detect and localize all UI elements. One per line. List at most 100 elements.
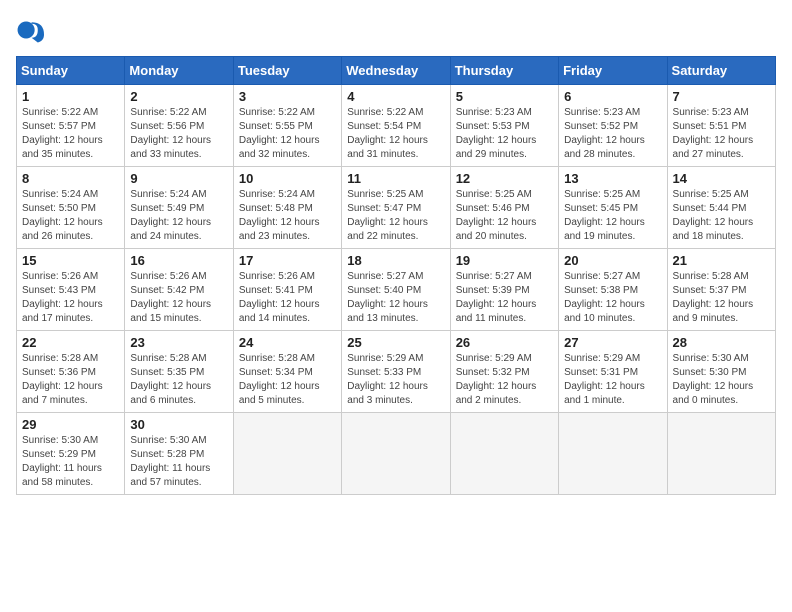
day-number: 30 (130, 417, 227, 432)
day-detail: Sunrise: 5:28 AMSunset: 5:34 PMDaylight:… (239, 353, 320, 406)
day-number: 12 (456, 171, 553, 186)
calendar-week-3: 15Sunrise: 5:26 AMSunset: 5:43 PMDayligh… (17, 249, 776, 331)
day-number: 21 (673, 253, 770, 268)
day-detail: Sunrise: 5:22 AMSunset: 5:55 PMDaylight:… (239, 107, 320, 160)
day-number: 9 (130, 171, 227, 186)
calendar-cell: 9 Sunrise: 5:24 AMSunset: 5:49 PMDaylight… (125, 167, 233, 249)
calendar-cell: 15Sunrise: 5:26 AMSunset: 5:43 PMDayligh… (17, 249, 125, 331)
calendar-cell (342, 413, 450, 495)
day-number: 25 (347, 335, 444, 350)
calendar-cell (667, 413, 775, 495)
day-detail: Sunrise: 5:30 AMSunset: 5:28 PMDaylight:… (130, 435, 210, 488)
calendar-cell (233, 413, 341, 495)
calendar-cell: 18 Sunrise: 5:27 AMSunset: 5:40 PMDayligh… (342, 249, 450, 331)
day-detail: Sunrise: 5:29 AMSunset: 5:32 PMDaylight:… (456, 353, 537, 406)
calendar-cell (559, 413, 667, 495)
day-number: 10 (239, 171, 336, 186)
calendar-cell: 16 Sunrise: 5:26 AMSunset: 5:42 PMDayligh… (125, 249, 233, 331)
day-number: 17 (239, 253, 336, 268)
calendar-cell: 14 Sunrise: 5:25 AMSunset: 5:44 PMDayligh… (667, 167, 775, 249)
calendar-cell: 21 Sunrise: 5:28 AMSunset: 5:37 PMDayligh… (667, 249, 775, 331)
day-detail: Sunrise: 5:25 AMSunset: 5:45 PMDaylight:… (564, 189, 645, 242)
day-number: 28 (673, 335, 770, 350)
day-detail: Sunrise: 5:30 AMSunset: 5:30 PMDaylight:… (673, 353, 754, 406)
calendar-week-4: 22Sunrise: 5:28 AMSunset: 5:36 PMDayligh… (17, 331, 776, 413)
calendar-header-row: SundayMondayTuesdayWednesdayThursdayFrid… (17, 57, 776, 85)
day-detail: Sunrise: 5:22 AMSunset: 5:56 PMDaylight:… (130, 107, 211, 160)
calendar-cell: 7 Sunrise: 5:23 AMSunset: 5:51 PMDaylight… (667, 85, 775, 167)
day-number: 7 (673, 89, 770, 104)
calendar-week-1: 1 Sunrise: 5:22 AMSunset: 5:57 PMDaylight… (17, 85, 776, 167)
calendar-cell: 12 Sunrise: 5:25 AMSunset: 5:46 PMDayligh… (450, 167, 558, 249)
day-number: 27 (564, 335, 661, 350)
day-number: 3 (239, 89, 336, 104)
day-number: 18 (347, 253, 444, 268)
day-number: 8 (22, 171, 119, 186)
day-number: 1 (22, 89, 119, 104)
day-detail: Sunrise: 5:27 AMSunset: 5:38 PMDaylight:… (564, 271, 645, 324)
day-detail: Sunrise: 5:22 AMSunset: 5:54 PMDaylight:… (347, 107, 428, 160)
day-number: 6 (564, 89, 661, 104)
day-number: 24 (239, 335, 336, 350)
calendar-cell: 13 Sunrise: 5:25 AMSunset: 5:45 PMDayligh… (559, 167, 667, 249)
day-number: 14 (673, 171, 770, 186)
column-header-friday: Friday (559, 57, 667, 85)
calendar-cell: 5 Sunrise: 5:23 AMSunset: 5:53 PMDaylight… (450, 85, 558, 167)
column-header-wednesday: Wednesday (342, 57, 450, 85)
day-detail: Sunrise: 5:24 AMSunset: 5:50 PMDaylight:… (22, 189, 103, 242)
day-number: 16 (130, 253, 227, 268)
day-number: 2 (130, 89, 227, 104)
calendar-cell: 11 Sunrise: 5:25 AMSunset: 5:47 PMDayligh… (342, 167, 450, 249)
day-detail: Sunrise: 5:25 AMSunset: 5:46 PMDaylight:… (456, 189, 537, 242)
day-number: 13 (564, 171, 661, 186)
calendar-cell: 28 Sunrise: 5:30 AMSunset: 5:30 PMDayligh… (667, 331, 775, 413)
day-number: 19 (456, 253, 553, 268)
day-number: 5 (456, 89, 553, 104)
day-number: 22 (22, 335, 119, 350)
day-detail: Sunrise: 5:28 AMSunset: 5:35 PMDaylight:… (130, 353, 211, 406)
calendar-cell: 8 Sunrise: 5:24 AMSunset: 5:50 PMDaylight… (17, 167, 125, 249)
calendar-cell: 3 Sunrise: 5:22 AMSunset: 5:55 PMDaylight… (233, 85, 341, 167)
calendar-cell: 20 Sunrise: 5:27 AMSunset: 5:38 PMDayligh… (559, 249, 667, 331)
column-header-thursday: Thursday (450, 57, 558, 85)
calendar-cell: 4 Sunrise: 5:22 AMSunset: 5:54 PMDaylight… (342, 85, 450, 167)
calendar-cell: 24 Sunrise: 5:28 AMSunset: 5:34 PMDayligh… (233, 331, 341, 413)
calendar-cell: 27 Sunrise: 5:29 AMSunset: 5:31 PMDayligh… (559, 331, 667, 413)
day-number: 20 (564, 253, 661, 268)
day-detail: Sunrise: 5:26 AMSunset: 5:43 PMDaylight:… (22, 271, 103, 324)
day-detail: Sunrise: 5:22 AMSunset: 5:57 PMDaylight:… (22, 107, 103, 160)
day-detail: Sunrise: 5:27 AMSunset: 5:39 PMDaylight:… (456, 271, 537, 324)
day-detail: Sunrise: 5:26 AMSunset: 5:42 PMDaylight:… (130, 271, 211, 324)
day-detail: Sunrise: 5:24 AMSunset: 5:48 PMDaylight:… (239, 189, 320, 242)
calendar-cell: 19 Sunrise: 5:27 AMSunset: 5:39 PMDayligh… (450, 249, 558, 331)
day-detail: Sunrise: 5:23 AMSunset: 5:51 PMDaylight:… (673, 107, 754, 160)
day-detail: Sunrise: 5:27 AMSunset: 5:40 PMDaylight:… (347, 271, 428, 324)
day-detail: Sunrise: 5:24 AMSunset: 5:49 PMDaylight:… (130, 189, 211, 242)
calendar-week-2: 8 Sunrise: 5:24 AMSunset: 5:50 PMDaylight… (17, 167, 776, 249)
calendar-cell: 17 Sunrise: 5:26 AMSunset: 5:41 PMDayligh… (233, 249, 341, 331)
day-detail: Sunrise: 5:28 AMSunset: 5:37 PMDaylight:… (673, 271, 754, 324)
calendar-cell: 6 Sunrise: 5:23 AMSunset: 5:52 PMDaylight… (559, 85, 667, 167)
column-header-sunday: Sunday (17, 57, 125, 85)
day-detail: Sunrise: 5:29 AMSunset: 5:31 PMDaylight:… (564, 353, 645, 406)
day-detail: Sunrise: 5:23 AMSunset: 5:52 PMDaylight:… (564, 107, 645, 160)
calendar-cell: 26 Sunrise: 5:29 AMSunset: 5:32 PMDayligh… (450, 331, 558, 413)
day-detail: Sunrise: 5:25 AMSunset: 5:47 PMDaylight:… (347, 189, 428, 242)
day-number: 4 (347, 89, 444, 104)
calendar-cell: 23Sunrise: 5:28 AMSunset: 5:35 PMDayligh… (125, 331, 233, 413)
calendar-week-5: 29Sunrise: 5:30 AMSunset: 5:29 PMDayligh… (17, 413, 776, 495)
column-header-saturday: Saturday (667, 57, 775, 85)
day-detail: Sunrise: 5:25 AMSunset: 5:44 PMDaylight:… (673, 189, 754, 242)
day-number: 11 (347, 171, 444, 186)
calendar-cell: 1 Sunrise: 5:22 AMSunset: 5:57 PMDaylight… (17, 85, 125, 167)
day-detail: Sunrise: 5:26 AMSunset: 5:41 PMDaylight:… (239, 271, 320, 324)
logo (16, 16, 48, 44)
calendar-cell: 2 Sunrise: 5:22 AMSunset: 5:56 PMDaylight… (125, 85, 233, 167)
day-detail: Sunrise: 5:23 AMSunset: 5:53 PMDaylight:… (456, 107, 537, 160)
page-header (16, 16, 776, 44)
day-number: 29 (22, 417, 119, 432)
logo-icon (16, 16, 44, 44)
calendar-cell: 29Sunrise: 5:30 AMSunset: 5:29 PMDayligh… (17, 413, 125, 495)
day-number: 26 (456, 335, 553, 350)
calendar-cell: 10 Sunrise: 5:24 AMSunset: 5:48 PMDayligh… (233, 167, 341, 249)
